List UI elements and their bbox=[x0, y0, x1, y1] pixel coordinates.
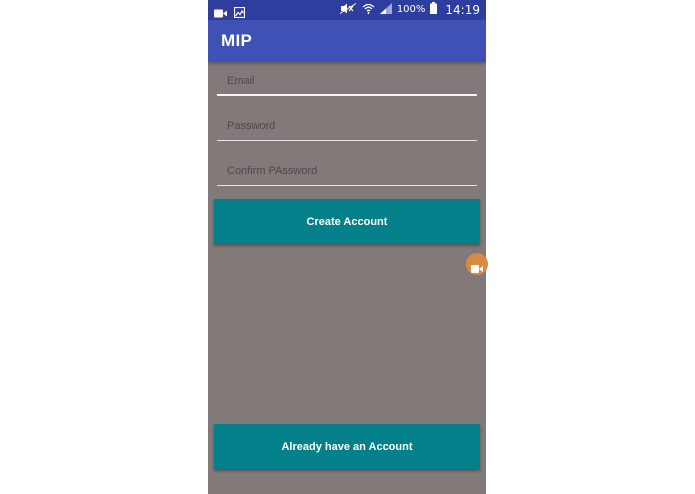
video-camera-icon bbox=[471, 259, 484, 275]
floating-recorder-bubble[interactable] bbox=[466, 253, 488, 275]
mute-icon bbox=[339, 2, 357, 17]
email-field[interactable] bbox=[217, 68, 477, 94]
confirm-password-field[interactable] bbox=[217, 158, 477, 184]
battery-percent: 100% bbox=[396, 4, 426, 15]
status-time: 14:19 bbox=[445, 2, 480, 17]
wifi-icon bbox=[362, 3, 375, 17]
app-title: MIP bbox=[221, 31, 253, 50]
status-right-icons: 100% 14:19 bbox=[339, 2, 480, 17]
phone-screen: 100% 14:19 MIP Create Account Already ha… bbox=[208, 0, 486, 494]
password-field-container bbox=[217, 113, 477, 141]
create-account-button[interactable]: Create Account bbox=[214, 199, 480, 244]
email-field-container bbox=[217, 68, 477, 96]
email-field-underline bbox=[217, 94, 477, 96]
signal-icon bbox=[379, 2, 392, 17]
app-bar: MIP bbox=[208, 20, 486, 62]
status-bar: 100% 14:19 bbox=[208, 0, 486, 20]
password-field-underline bbox=[217, 140, 477, 141]
battery-icon bbox=[430, 2, 438, 17]
already-have-account-button[interactable]: Already have an Account bbox=[214, 424, 480, 469]
password-field[interactable] bbox=[217, 113, 477, 139]
confirm-password-field-underline bbox=[217, 185, 477, 186]
confirm-password-field-container bbox=[217, 158, 477, 186]
